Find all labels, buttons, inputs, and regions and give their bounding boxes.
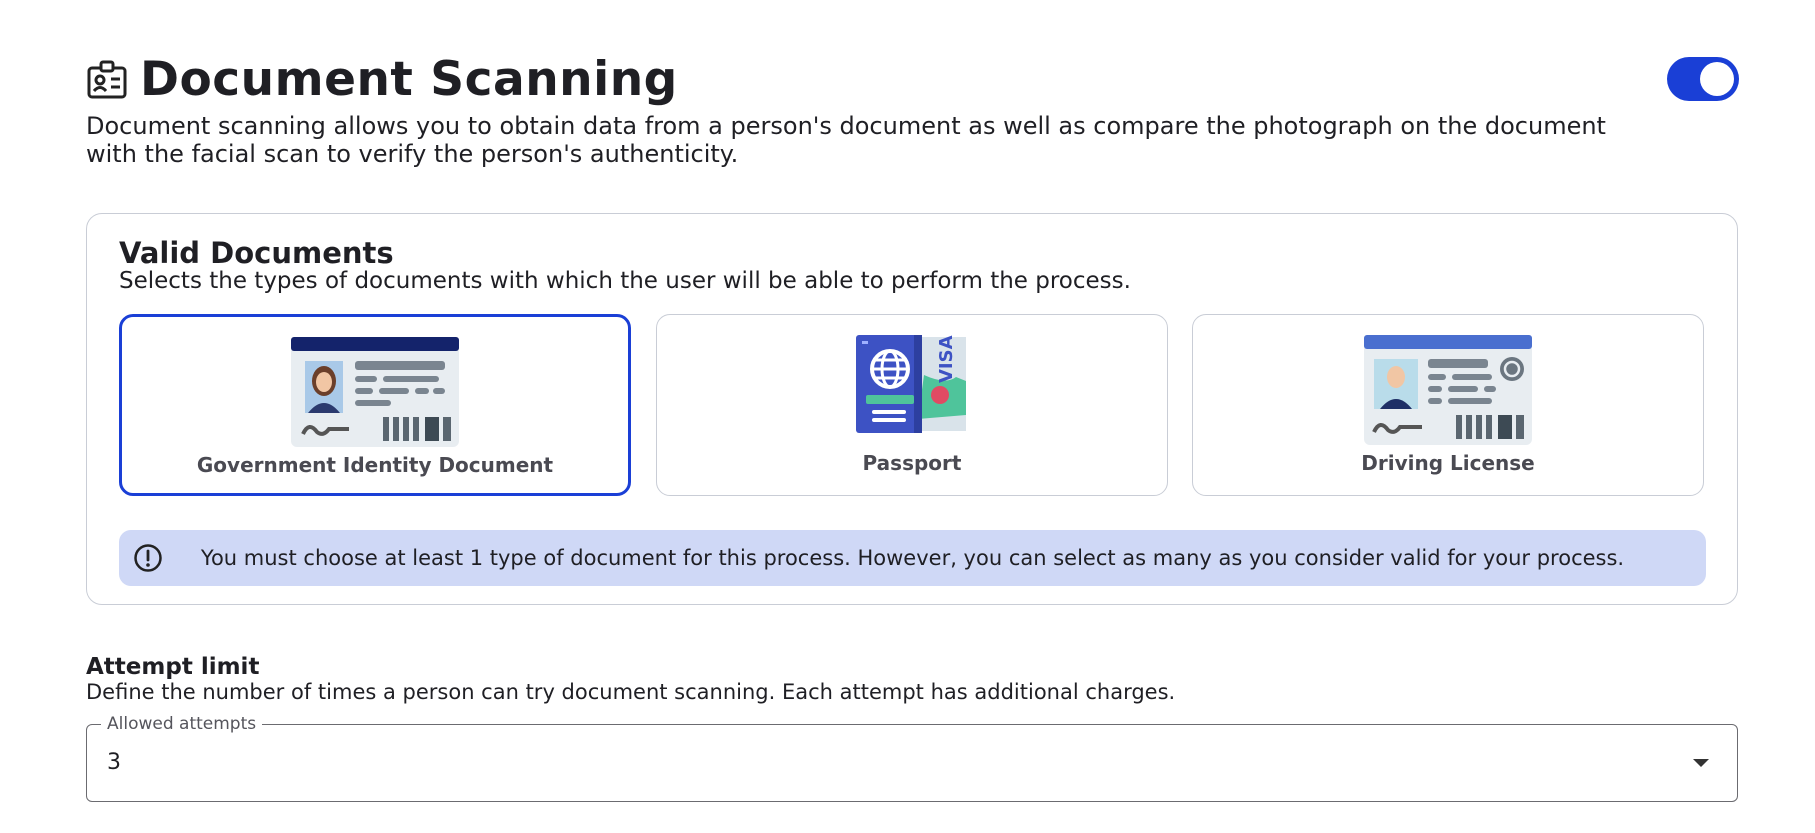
valid-documents-panel: Valid Documents Selects the types of doc… (86, 213, 1738, 605)
document-option-passport[interactable]: VISA Passport (656, 314, 1168, 496)
document-notice: You must choose at least 1 type of docum… (119, 530, 1706, 586)
document-option-driving-license[interactable]: Driving License (1192, 314, 1704, 496)
document-option-label: Government Identity Document (196, 453, 554, 477)
allowed-attempts-value: 3 (107, 750, 121, 775)
allowed-attempts-select[interactable]: Allowed attempts 3 (86, 713, 1738, 802)
page-title: Document Scanning (140, 52, 678, 107)
allowed-attempts-label: Allowed attempts (101, 713, 263, 735)
id-badge-icon (86, 59, 128, 101)
government-id-icon (291, 337, 459, 451)
document-option-label: Driving License (1361, 451, 1535, 475)
passport-icon: VISA (856, 335, 968, 437)
page-description: Document scanning allows you to obtain d… (86, 112, 1606, 168)
document-option-label: Passport (862, 451, 962, 475)
attempt-limit-description: Define the number of times a person can … (86, 680, 1176, 704)
document-scanning-toggle[interactable] (1667, 57, 1739, 101)
driving-license-icon (1364, 335, 1532, 449)
document-option-government-id[interactable]: Government Identity Document (119, 314, 631, 496)
chevron-down-icon (1693, 759, 1709, 767)
notice-text: You must choose at least 1 type of docum… (200, 546, 1625, 570)
page-header: Document Scanning (86, 48, 678, 112)
valid-documents-subtitle: Selects the types of documents with whic… (119, 268, 1131, 294)
svg-text:VISA: VISA (936, 335, 957, 383)
toggle-knob (1700, 62, 1734, 96)
